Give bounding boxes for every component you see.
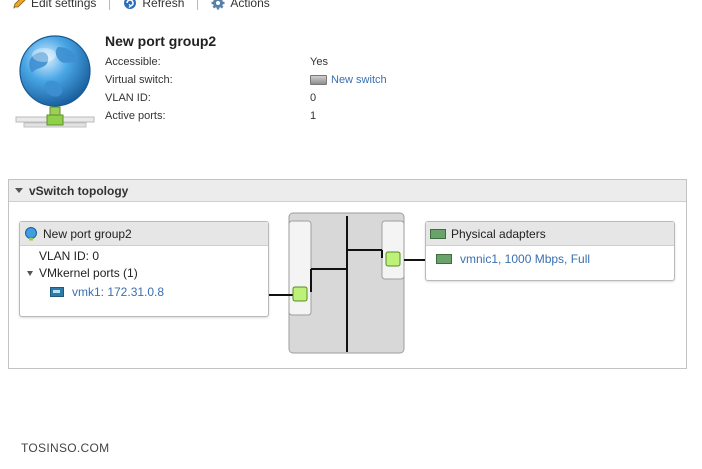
- vlan-id-text: VLAN ID: 0: [39, 249, 100, 263]
- nic-icon: [50, 287, 64, 297]
- uplink-port-icon[interactable]: [385, 251, 401, 267]
- vmk1-link[interactable]: vmk1: 172.31.0.8: [50, 285, 164, 299]
- physical-adapters-title: Physical adapters: [451, 226, 546, 241]
- portgroup-box-title: New port group2: [43, 226, 132, 241]
- physical-adapter-icon: [430, 228, 446, 239]
- vmk1-label: vmk1: 172.31.0.8: [72, 285, 165, 299]
- portgroup-box: New port group2 VLAN ID: 0 VMkernel port…: [19, 221, 269, 317]
- vmkernel-ports-label: VMkernel ports (1): [39, 266, 138, 280]
- vmnic1-link[interactable]: vmnic1, 1000 Mbps, Full: [436, 252, 590, 266]
- expand-arrow-icon: [27, 270, 33, 276]
- physical-adapter-icon: [436, 254, 452, 264]
- portgroup-port-icon[interactable]: [292, 286, 308, 302]
- vmkernel-ports-toggle[interactable]: VMkernel ports (1): [27, 266, 138, 280]
- physical-adapters-header: Physical adapters: [426, 222, 674, 246]
- portgroup-box-header: New port group2: [20, 222, 268, 246]
- uplink-port-slot: [381, 220, 405, 280]
- watermark: TOSINSO.COM: [21, 441, 110, 455]
- vmnic1-label: vmnic1, 1000 Mbps, Full: [460, 252, 591, 266]
- physical-adapters-box: Physical adapters vmnic1, 1000 Mbps, Ful…: [425, 221, 675, 281]
- globe-icon: [25, 226, 37, 240]
